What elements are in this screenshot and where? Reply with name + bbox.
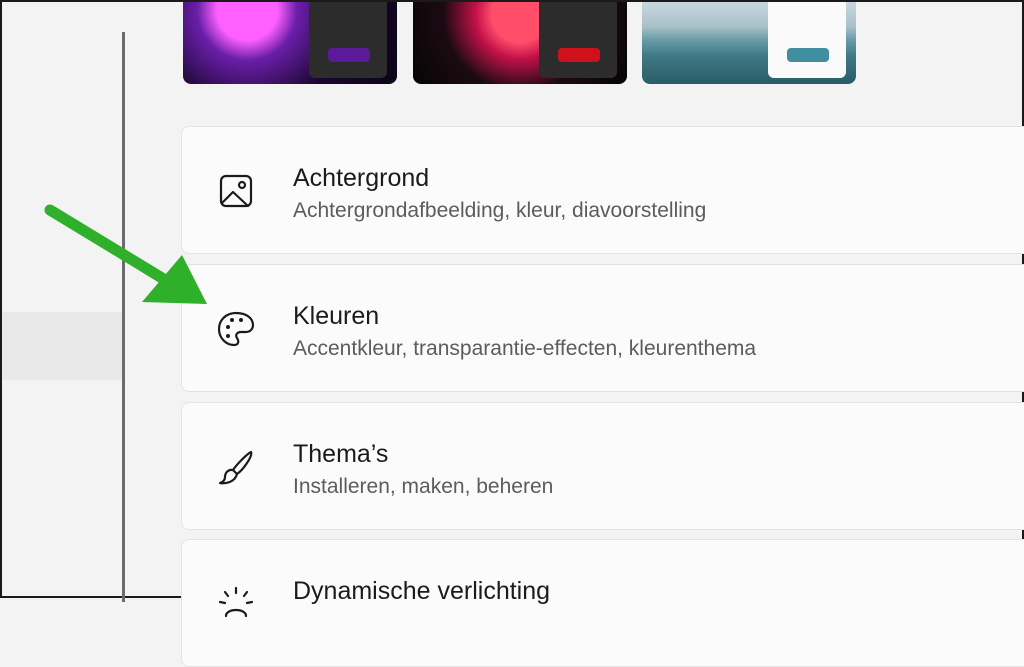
- sidebar-selected-item[interactable]: [2, 312, 122, 380]
- theme-window-preview: [539, 2, 617, 78]
- lighting-icon: [216, 584, 256, 624]
- theme-thumbnail-1[interactable]: [183, 2, 397, 84]
- card-title: Achtergrond: [293, 164, 430, 192]
- card-themas[interactable]: Thema’s Installeren, maken, beheren: [181, 402, 1024, 530]
- card-title: Dynamische verlichting: [293, 577, 551, 605]
- theme-accent-swatch: [558, 48, 600, 62]
- card-dynamische-verlichting[interactable]: Dynamische verlichting: [181, 539, 1024, 667]
- card-title: Thema’s: [293, 440, 389, 468]
- theme-accent-swatch: [787, 48, 829, 62]
- theme-window-preview: [768, 2, 846, 78]
- theme-thumbnail-2[interactable]: [413, 2, 627, 84]
- theme-window-preview: [309, 2, 387, 78]
- card-achtergrond[interactable]: Achtergrond Achtergrondafbeelding, kleur…: [181, 126, 1024, 254]
- card-title: Kleuren: [293, 302, 380, 330]
- theme-thumbnail-3[interactable]: [642, 2, 856, 84]
- image-icon: [216, 171, 256, 211]
- sidebar-divider: [122, 32, 125, 602]
- card-subtitle: Achtergrondafbeelding, kleur, diavoorste…: [293, 199, 707, 222]
- card-subtitle: Accentkleur, transparantie-effecten, kle…: [293, 337, 757, 360]
- theme-accent-swatch: [328, 48, 370, 62]
- card-subtitle: Installeren, maken, beheren: [293, 475, 554, 498]
- palette-icon: [216, 309, 256, 349]
- annotation-arrow: [44, 204, 207, 304]
- card-kleuren[interactable]: Kleuren Accentkleur, transparantie-effec…: [181, 264, 1024, 392]
- brush-icon: [216, 447, 256, 487]
